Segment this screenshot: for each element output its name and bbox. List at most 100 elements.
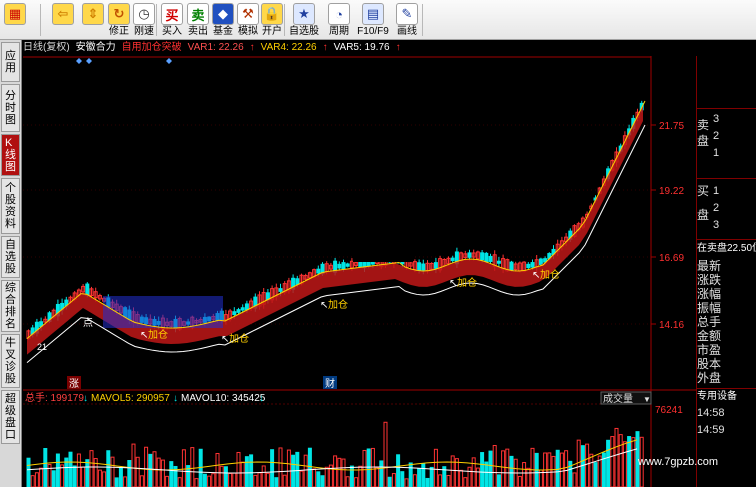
back-arrow-icon: ⇦ — [52, 3, 74, 25]
volume-bar — [576, 439, 581, 487]
volume-bar — [383, 421, 388, 487]
toolbar-button-label: 周期 — [329, 26, 349, 37]
quote-field-label: 总手 — [697, 315, 722, 329]
volume-bar — [627, 436, 632, 487]
toolbar-button-label: 卖出 — [188, 26, 208, 37]
volume-bar — [286, 449, 291, 487]
volume-bar — [207, 475, 212, 487]
candle-body — [467, 252, 472, 258]
volume-bar — [181, 449, 186, 487]
period-label[interactable]: 日线(复权) — [23, 41, 70, 56]
volume-bar — [324, 466, 329, 487]
lock-button[interactable]: 🔒 开户 — [260, 1, 284, 39]
total-volume-label: 总手: 199179 — [25, 391, 84, 404]
volume-bar — [106, 450, 111, 487]
left-tab-2[interactable]: K线图 — [1, 134, 20, 176]
volume-bar — [631, 437, 636, 487]
signal-diamond-icon — [76, 58, 82, 64]
volume-bar — [593, 462, 598, 487]
sell-button[interactable]: 卖卖出 — [186, 1, 210, 39]
volume-bar — [345, 476, 350, 487]
panel-separator — [697, 239, 756, 240]
left-tab-1[interactable]: 分时图 — [1, 84, 20, 132]
finance-marker: 财 — [325, 377, 335, 390]
left-tab-label: 应用 — [5, 50, 16, 74]
volume-bar — [97, 469, 102, 487]
left-tab-label: 综合排名 — [5, 282, 16, 330]
correction-button[interactable]: ↻ 修正 — [107, 1, 131, 39]
volume-dropdown-label: 成交量 — [603, 392, 633, 405]
pencil-button[interactable]: ✎ 画线 — [392, 1, 422, 39]
hammer-button[interactable]: ⚒ 模拟 — [236, 1, 260, 39]
volume-bar — [425, 477, 430, 487]
signal-diamond-icon — [166, 58, 172, 64]
quote-panel: 卖盘 3 2 1 买盘 1 2 3 在卖盘22.50位 最新 涨跌 涨幅 振幅 总手 金额 市盈 股本 外盘 专用设… — [696, 56, 756, 487]
left-tab-3[interactable]: 个股资料 — [1, 178, 20, 234]
var4-value: VAR4: 22.26 — [260, 42, 317, 53]
toolbar-button-label: 基金 — [213, 26, 233, 37]
candle-body — [345, 263, 350, 267]
volume-bar — [244, 456, 249, 487]
left-tab-label: 牛叉诊股 — [5, 337, 16, 385]
left-tab-7[interactable]: 超级盘口 — [1, 390, 20, 444]
volume-bar — [496, 474, 501, 487]
toolbar-button-label: 修正 — [109, 26, 129, 37]
add-position-label: 加仓 — [328, 298, 348, 311]
volume-bar — [139, 475, 144, 487]
volume-bar — [585, 443, 590, 487]
left-tab-0[interactable]: 应用 — [1, 42, 20, 82]
left-tab-6[interactable]: 牛叉诊股 — [1, 334, 20, 388]
volume-bar — [194, 478, 199, 487]
star-folder-button[interactable]: ★ 自选股 — [288, 1, 320, 39]
left-tab-5[interactable]: 综合排名 — [1, 280, 20, 332]
candle-body — [421, 263, 426, 271]
quote-field-label: 市盈 — [697, 343, 722, 357]
candle-body — [295, 278, 300, 285]
volume-bar — [307, 447, 312, 487]
volume-bar — [81, 466, 86, 487]
sell-label-char: 卖 — [697, 118, 710, 132]
back-arrow-button[interactable]: ⇦ — [50, 1, 76, 39]
candle-body — [240, 307, 245, 311]
f10-button[interactable]: ▤ F10/F9 — [356, 1, 390, 39]
bid-line: 在卖盘22.50位 — [697, 243, 756, 254]
down-arrow-icon: ↓ — [83, 393, 88, 404]
candle-body — [341, 262, 346, 270]
var5-up-arrow-icon: ↑ — [395, 42, 401, 53]
correction-icon: ↻ — [108, 3, 130, 25]
buy-level: 2 — [713, 202, 720, 214]
menu-grid-icon: ▦ — [4, 3, 26, 25]
formula-name[interactable]: 自用加仓突破 — [122, 41, 182, 56]
left-tab-4[interactable]: 自选股 — [1, 236, 20, 278]
clock-button[interactable]: ◷ 刚速 — [132, 1, 156, 39]
price-axis-label: 16.69 — [659, 253, 684, 264]
fund-button[interactable]: ◆ 基金 — [211, 1, 235, 39]
up-down-arrows-button[interactable]: ⇕ — [82, 1, 104, 39]
star-folder-icon: ★ — [293, 3, 315, 25]
mavol10-label: MAVOL10: 345425 — [181, 393, 266, 404]
volume-bar — [261, 465, 266, 487]
trade-time: 14:59 — [697, 424, 725, 436]
var5-value: VAR5: 19.76 — [333, 42, 390, 53]
volume-bar — [333, 455, 338, 487]
volume-bar — [589, 453, 594, 487]
chevron-down-icon: ▼ — [643, 395, 651, 404]
price-axis-label: 19.22 — [659, 186, 684, 197]
volume-bar — [135, 456, 140, 487]
volume-bar — [127, 460, 132, 487]
quote-field-label: 涨幅 — [697, 287, 722, 301]
buy-level: 1 — [713, 185, 720, 197]
period-button[interactable]: ◔ 周期 — [324, 1, 354, 39]
quote-field-label: 最新 — [697, 259, 722, 273]
buy-button[interactable]: 买买入 — [160, 1, 184, 39]
volume-bar — [484, 461, 489, 487]
candle-body — [278, 288, 283, 292]
menu-grid-button[interactable]: ▦ — [2, 1, 28, 39]
volume-bar — [379, 460, 384, 487]
volume-bar — [169, 461, 174, 487]
kline-chart[interactable]: 21.7519.2216.6914.16↖ 加仓 ↖ 加仓↖ 加仓↖ 加仓↖ 加仓21点涨财… — [23, 56, 696, 487]
industry-label: 专用设备 — [697, 391, 737, 402]
volume-bar — [114, 477, 119, 487]
toolbar-separator — [156, 4, 157, 36]
volume-bar — [610, 436, 615, 487]
